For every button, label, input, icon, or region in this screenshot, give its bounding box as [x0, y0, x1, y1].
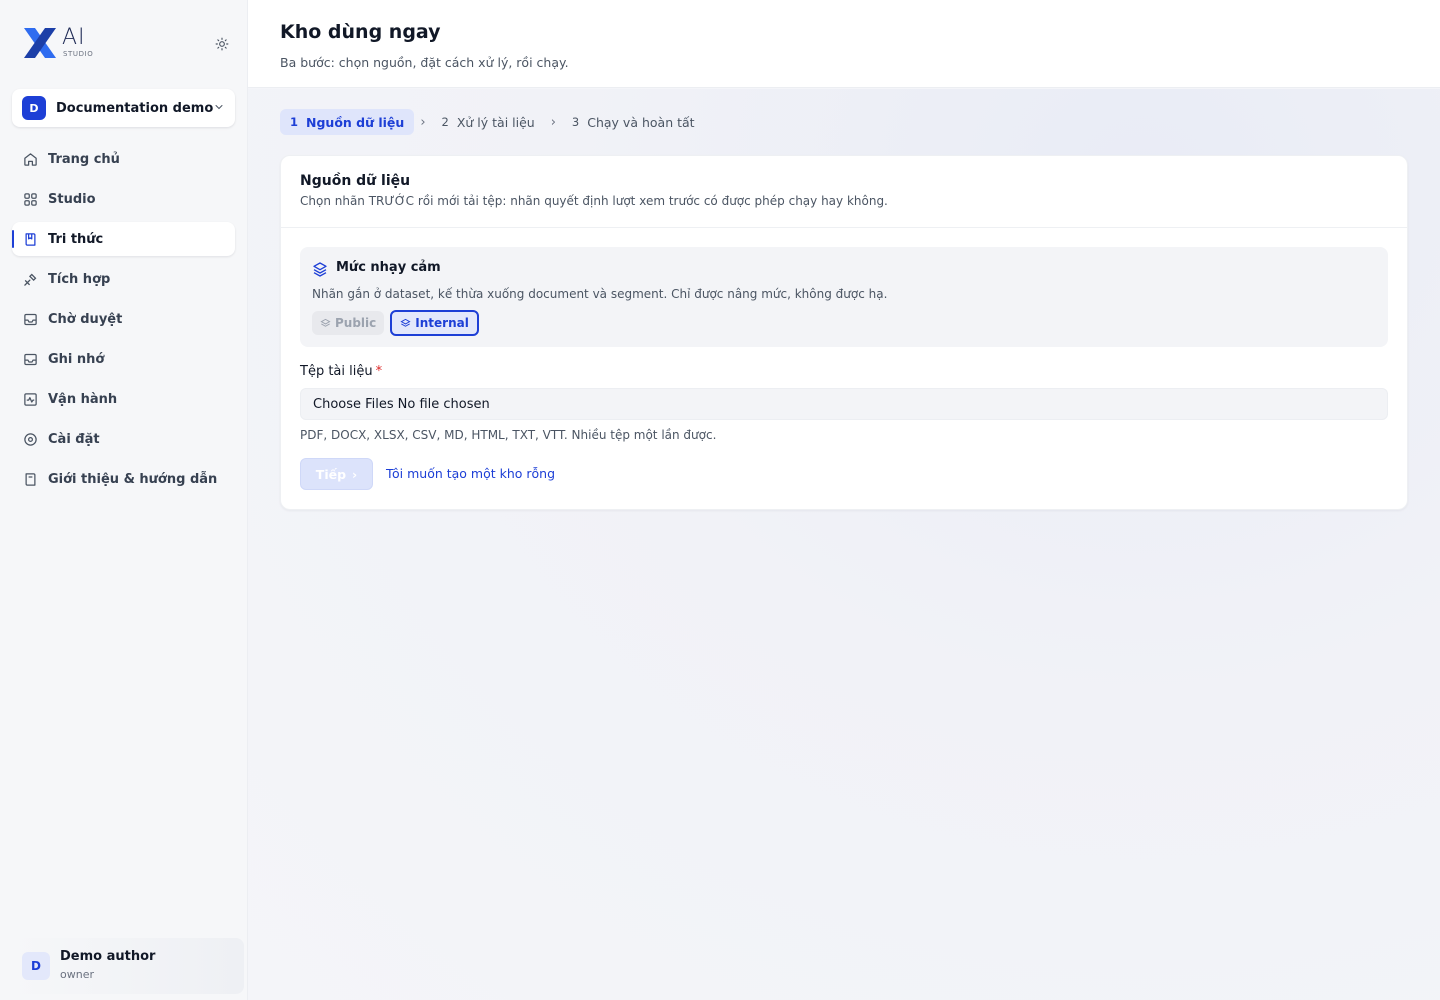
sidebar-nav: Trang chủ Studio Tri thức Tích hợp Chờ d…	[12, 142, 235, 502]
sidebar-item-operations[interactable]: Vận hành	[12, 382, 235, 416]
settings-icon	[22, 431, 38, 447]
chevron-down-icon	[215, 105, 223, 110]
step-number: 1	[290, 115, 299, 129]
required-mark: *	[375, 364, 383, 379]
brand-subtitle: STUDIO	[63, 50, 94, 58]
sidebar: AI STUDIO D Documentation demo Trang chủ…	[0, 0, 248, 1000]
choose-files-button[interactable]: Choose Files	[313, 397, 394, 412]
inbox-icon	[22, 351, 38, 367]
sidebar-item-home[interactable]: Trang chủ	[12, 142, 235, 176]
step-label: Chạy và hoàn tất	[587, 114, 695, 130]
sun-icon	[215, 37, 229, 51]
sidebar-item-pending[interactable]: Chờ duyệt	[12, 302, 235, 336]
main-content: 1 Nguồn dữ liệu › 2 Xử lý tài liệu › 3 C…	[248, 89, 1440, 1000]
card-header: Nguồn dữ liệu Chọn nhãn TRƯỚC rồi mới tả…	[281, 156, 1407, 228]
home-icon	[22, 151, 38, 167]
layers-icon	[400, 318, 411, 327]
user-name: Demo author	[60, 949, 156, 964]
chip-label: Internal	[415, 316, 469, 330]
page-title: Kho dùng ngay	[280, 21, 441, 43]
sidebar-item-label: Chờ duyệt	[48, 311, 123, 327]
sidebar-item-knowledge[interactable]: Tri thức	[12, 222, 235, 256]
sidebar-item-guide[interactable]: Giới thiệu & hướng dẫn	[12, 462, 235, 496]
tools-icon	[22, 271, 38, 287]
chip-label: Public	[335, 316, 377, 330]
brand-name: AI	[62, 25, 86, 50]
inbox-icon	[22, 311, 38, 327]
layers-icon	[320, 318, 331, 327]
avatar: D	[22, 952, 50, 980]
step-run[interactable]: 3 Chạy và hoàn tất	[562, 109, 705, 135]
workspace-avatar: D	[22, 96, 46, 120]
page-subtitle: Ba bước: chọn nguồn, đặt cách xử lý, rồi…	[280, 55, 569, 70]
layers-icon	[313, 262, 327, 277]
chevron-right-icon: ›	[550, 114, 556, 130]
sensitivity-title: Mức nhạy cảm	[336, 260, 441, 275]
theme-toggle-button[interactable]	[212, 34, 232, 54]
sidebar-item-label: Trang chủ	[48, 151, 120, 167]
step-number: 3	[571, 115, 580, 129]
book-icon	[22, 231, 38, 247]
user-role: owner	[60, 968, 94, 981]
grid-icon	[22, 191, 38, 207]
chevron-right-icon: ›	[352, 466, 358, 482]
sensitivity-options: Public Internal	[312, 310, 479, 336]
create-empty-store-link[interactable]: Tôi muốn tạo một kho rỗng	[386, 466, 555, 481]
chevron-right-icon: ›	[420, 114, 426, 130]
sidebar-item-label: Tích hợp	[48, 271, 111, 287]
sensitivity-panel: Mức nhạy cảm Nhãn gắn ở dataset, kế thừa…	[300, 247, 1388, 347]
sidebar-item-label: Vận hành	[48, 391, 118, 407]
file-hint: PDF, DOCX, XLSX, CSV, MD, HTML, TXT, VTT…	[300, 428, 717, 442]
step-processing[interactable]: 2 Xử lý tài liệu	[432, 109, 545, 135]
sensitivity-chip-public[interactable]: Public	[312, 311, 385, 335]
x-logo-icon	[24, 28, 56, 58]
user-info: Demo author owner	[60, 949, 155, 983]
next-button[interactable]: Tiếp ›	[300, 458, 373, 490]
file-field-label: Tệp tài liệu *	[300, 364, 382, 379]
sidebar-item-notes[interactable]: Ghi nhớ	[12, 342, 235, 376]
sidebar-item-label: Ghi nhớ	[48, 351, 105, 367]
sidebar-item-label: Tri thức	[48, 231, 104, 247]
sidebar-item-integrations[interactable]: Tích hợp	[12, 262, 235, 296]
next-button-label: Tiếp	[315, 466, 347, 482]
user-profile[interactable]: D Demo author owner	[12, 938, 244, 994]
workspace-name: Documentation demo	[56, 100, 214, 116]
guide-icon	[22, 471, 38, 487]
step-number: 2	[441, 115, 449, 129]
card-title: Nguồn dữ liệu	[300, 173, 411, 189]
step-label: Nguồn dữ liệu	[306, 114, 405, 130]
stepper: 1 Nguồn dữ liệu › 2 Xử lý tài liệu › 3 C…	[280, 109, 705, 135]
sidebar-item-label: Giới thiệu & hướng dẫn	[48, 471, 218, 487]
sidebar-item-label: Studio	[48, 191, 96, 207]
sidebar-item-studio[interactable]: Studio	[12, 182, 235, 216]
sensitivity-description: Nhãn gắn ở dataset, kế thừa xuống docume…	[312, 287, 888, 301]
workspace-switcher[interactable]: D Documentation demo	[12, 89, 235, 127]
activity-icon	[22, 391, 38, 407]
file-label-text: Tệp tài liệu	[300, 364, 373, 379]
brand-logo[interactable]: AI STUDIO	[22, 25, 112, 62]
card-description: Chọn nhãn TRƯỚC rồi mới tải tệp: nhãn qu…	[300, 194, 888, 208]
sidebar-item-settings[interactable]: Cài đặt	[12, 422, 235, 456]
file-upload-input[interactable]: Choose Files No file chosen	[300, 388, 1388, 420]
file-status: No file chosen	[397, 396, 490, 412]
sidebar-item-label: Cài đặt	[48, 431, 100, 447]
page-header: Kho dùng ngay Ba bước: chọn nguồn, đặt c…	[248, 0, 1440, 88]
step-source[interactable]: 1 Nguồn dữ liệu	[280, 109, 415, 135]
step-label: Xử lý tài liệu	[456, 114, 535, 130]
data-source-card: Nguồn dữ liệu Chọn nhãn TRƯỚC rồi mới tả…	[280, 155, 1408, 510]
sensitivity-chip-internal[interactable]: Internal	[390, 310, 479, 336]
